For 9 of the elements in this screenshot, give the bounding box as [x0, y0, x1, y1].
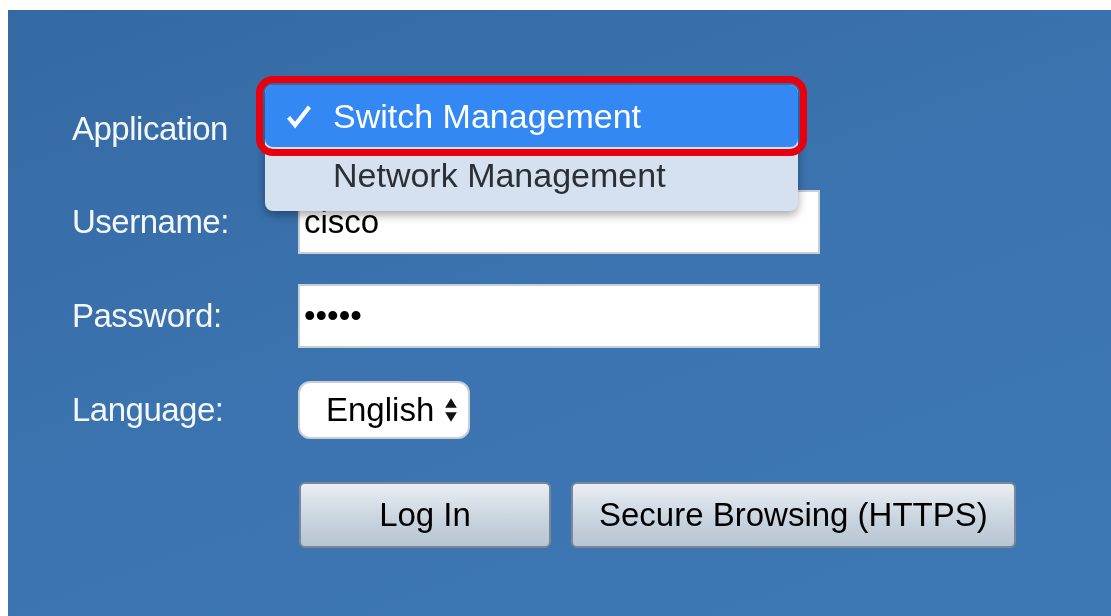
field-label: Username:	[72, 203, 230, 241]
up-down-arrows-icon	[444, 397, 459, 423]
secure-browsing-button[interactable]: Secure Browsing (HTTPS)	[571, 482, 1016, 548]
field-label: Language:	[72, 391, 225, 429]
input-field[interactable]: •••••	[298, 284, 820, 348]
field-label: Password:	[72, 297, 223, 335]
field-label: Application	[72, 110, 229, 148]
log-in-button[interactable]: Log In	[299, 482, 551, 548]
language-select[interactable]: English	[298, 381, 471, 439]
